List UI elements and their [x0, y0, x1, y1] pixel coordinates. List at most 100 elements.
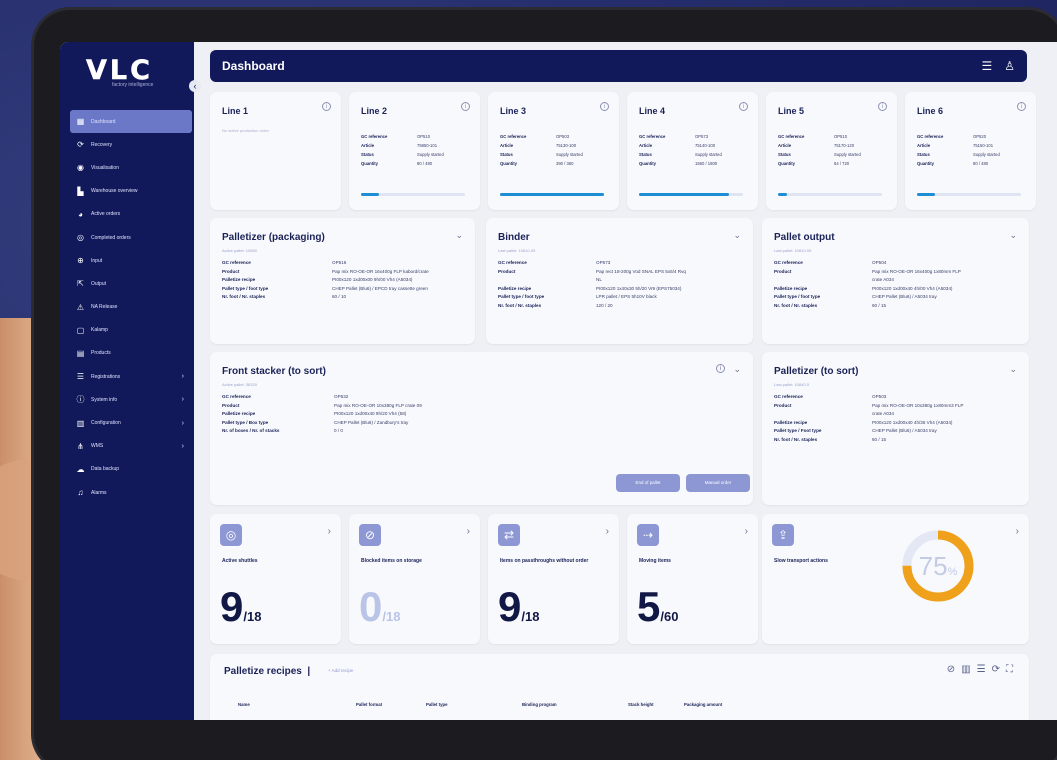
detail-key: GC reference [774, 394, 803, 399]
line-details: GC reference OP520 Article 75150-101 Status S… [917, 134, 1029, 170]
sidebar-item-configuration[interactable]: ▥ Configuration › [70, 411, 192, 434]
line-progress-bar [639, 193, 743, 196]
detail-key: GC reference [361, 134, 388, 139]
detail-key: Status [500, 152, 513, 157]
chevron-down-icon[interactable]: ⌄ [733, 230, 741, 241]
chevron-down-icon[interactable]: ⌄ [1009, 364, 1017, 375]
detail-row: GC reference OP510 [778, 134, 890, 143]
line-details: GC reference OP510 Article 75950-101 Status S… [361, 134, 473, 170]
sidebar-item-products[interactable]: ▤ Products [70, 342, 192, 365]
info-icon[interactable]: i [1017, 102, 1026, 111]
stat-card[interactable]: ⊘ › Blocked items on storage 0/18 [349, 514, 480, 644]
recipes-title: Palletize recipes | [224, 666, 311, 677]
recipes-toolbar: ⊘▥☰⟳⛶ [947, 664, 1019, 675]
detail-value: Pap mix RO-OE-OR 10x380g FLP crate 09 [334, 402, 422, 408]
end-of-pallet-button[interactable]: End of pallet [616, 474, 680, 492]
detail-value: 75130-100 [556, 143, 577, 148]
sidebar-item-system-info[interactable]: ⓘ System info › [70, 388, 192, 411]
sidebar-item-alarms[interactable]: ♫ Alarms [70, 481, 192, 504]
detail-value: OP520 [973, 134, 987, 139]
sidebar-item-data-backup[interactable]: ☁ Data backup [70, 458, 192, 481]
detail-row: Article 75130-100 [500, 143, 612, 152]
manual-order-button[interactable]: Manual order [686, 474, 750, 492]
machine-details: GC reference OP516 Product Pap mix RO-OE-OR… [222, 260, 429, 303]
filter-off-icon[interactable]: ⊘ [947, 664, 961, 675]
detail-key: Palletize recipe [774, 285, 808, 291]
sidebar-item-active-orders[interactable]: ◕ Active orders [70, 203, 192, 226]
info-icon[interactable]: i [716, 364, 725, 373]
stat-card[interactable]: ⇄ › Items on passthroughs without order 9/1… [488, 514, 619, 644]
detail-value: 60 / 10 [332, 294, 347, 299]
slow-transport-card[interactable]: ⇪ › Slow transport actions 75% [762, 514, 1029, 644]
chevron-down-icon[interactable]: ⌄ [455, 230, 463, 241]
moving-icon: ⇢ [637, 524, 659, 546]
user-icon[interactable]: ♙ [1004, 59, 1015, 73]
detail-key: Quantity [361, 161, 378, 166]
info-icon[interactable]: i [322, 102, 331, 111]
detail-value: Supply started [417, 152, 444, 157]
detail-row: Article 75950-101 [361, 143, 473, 152]
line-card[interactable]: Line 4 i GC reference OP573 Article 75140-100… [627, 92, 758, 210]
chevron-right-icon[interactable]: › [467, 526, 470, 537]
sidebar-item-label: Products [91, 350, 111, 357]
line-card[interactable]: Line 2 i GC reference OP510 Article 75950-101… [349, 92, 480, 210]
columns-icon[interactable]: ▥ [961, 664, 976, 675]
warning-icon: ⚠ [76, 302, 85, 312]
line-progress-bar [917, 193, 1021, 196]
detail-key [498, 277, 596, 286]
stat-value: 9/18 [220, 584, 261, 640]
machine-card: Binder Last pallet: 10810-05 ⌄ GC reference… [486, 218, 753, 344]
sidebar-item-label: Kalamp [91, 327, 108, 334]
list-icon[interactable]: ☰ [977, 664, 992, 675]
sidebar-item-warehouse-overview[interactable]: ▙ Warehouse overview [70, 180, 192, 203]
refresh-icon[interactable]: ⟳ [992, 664, 1006, 675]
sidebar-item-output[interactable]: ⇱ Output [70, 272, 192, 295]
detail-value: Pap mix RO-OE-OR 10x380g 1x80mm3 FLP [872, 402, 964, 408]
detail-row: Pallet type / foot type LPR pallet / EPS … [498, 294, 686, 303]
line-title: Line 6 [917, 106, 944, 116]
detail-key: Status [639, 152, 652, 157]
sidebar-item-visualisation[interactable]: ◉ Visualisation [70, 156, 192, 179]
line-card[interactable]: Line 1 i No active production order [210, 92, 341, 210]
chevron-right-icon[interactable]: › [1016, 526, 1019, 537]
line-card[interactable]: Line 6 i GC reference OP520 Article 75150-101… [905, 92, 1036, 210]
sidebar-item-registrations[interactable]: ☰ Registrations › [70, 365, 192, 388]
chevron-right-icon[interactable]: › [328, 526, 331, 537]
sidebar-item-input[interactable]: ⊕ Input [70, 249, 192, 272]
line-card[interactable]: Line 3 i GC reference OP503 Article 75130-100… [488, 92, 619, 210]
menu-icon[interactable]: ☰ [981, 59, 992, 73]
chevron-right-icon: › [181, 419, 184, 427]
machine-sub: Active pallet: 10850 [222, 248, 257, 253]
table-column-header: Pallet type [426, 702, 448, 707]
chevron-right-icon[interactable]: › [606, 526, 609, 537]
detail-value: OP503 [556, 134, 570, 139]
detail-value: Pap mix RO-OE-OR 16x400g FLP kabord/crat… [332, 268, 429, 274]
sidebar-item-na-release[interactable]: ⚠ NA Release [70, 296, 192, 319]
info-icon[interactable]: i [600, 102, 609, 111]
sidebar-item-completed-orders[interactable]: ◎ Completed orders [70, 226, 192, 249]
stat-card[interactable]: ◎ › Active shuttles 9/18 [210, 514, 341, 644]
sidebar-item-wms[interactable]: ⋔ WMS › [70, 435, 192, 458]
sidebar-item-kalamp[interactable]: ▢ Kalamp [70, 319, 192, 342]
sidebar-item-label: System info [91, 396, 118, 403]
stat-card[interactable]: ⇢ › Moving items 5/60 [627, 514, 758, 644]
table-column-header: Binding program [522, 702, 557, 707]
fullscreen-icon[interactable]: ⛶ [1006, 664, 1019, 675]
chevron-right-icon[interactable]: › [745, 526, 748, 537]
info-icon[interactable]: i [878, 102, 887, 111]
line-title: Line 2 [361, 106, 388, 116]
sidebar-item-recovery[interactable]: ⟳ Recovery [70, 133, 192, 156]
passthrough-icon: ⇄ [498, 524, 520, 546]
add-recipe-button[interactable]: + Add recipe [328, 668, 353, 673]
chevron-down-icon[interactable]: ⌄ [733, 364, 741, 375]
info-icon[interactable]: i [461, 102, 470, 111]
detail-row: Product Pap mix RO-OE-OR 10x380g FLP crat… [222, 403, 422, 412]
detail-value: CHEP Pallet (Blu6) / A5034 tray [872, 294, 937, 299]
sidebar-item-dashboard[interactable]: ▦ Dashboard [70, 110, 192, 134]
detail-value: 80 / 480 [417, 161, 433, 166]
info-icon[interactable]: i [739, 102, 748, 111]
line-card[interactable]: Line 5 i GC reference OP510 Article 75170-120… [766, 92, 897, 210]
chevron-down-icon[interactable]: ⌄ [1009, 230, 1017, 241]
sidebar-item-label: Dashboard [91, 118, 116, 125]
table-column-header: Name [238, 702, 250, 707]
